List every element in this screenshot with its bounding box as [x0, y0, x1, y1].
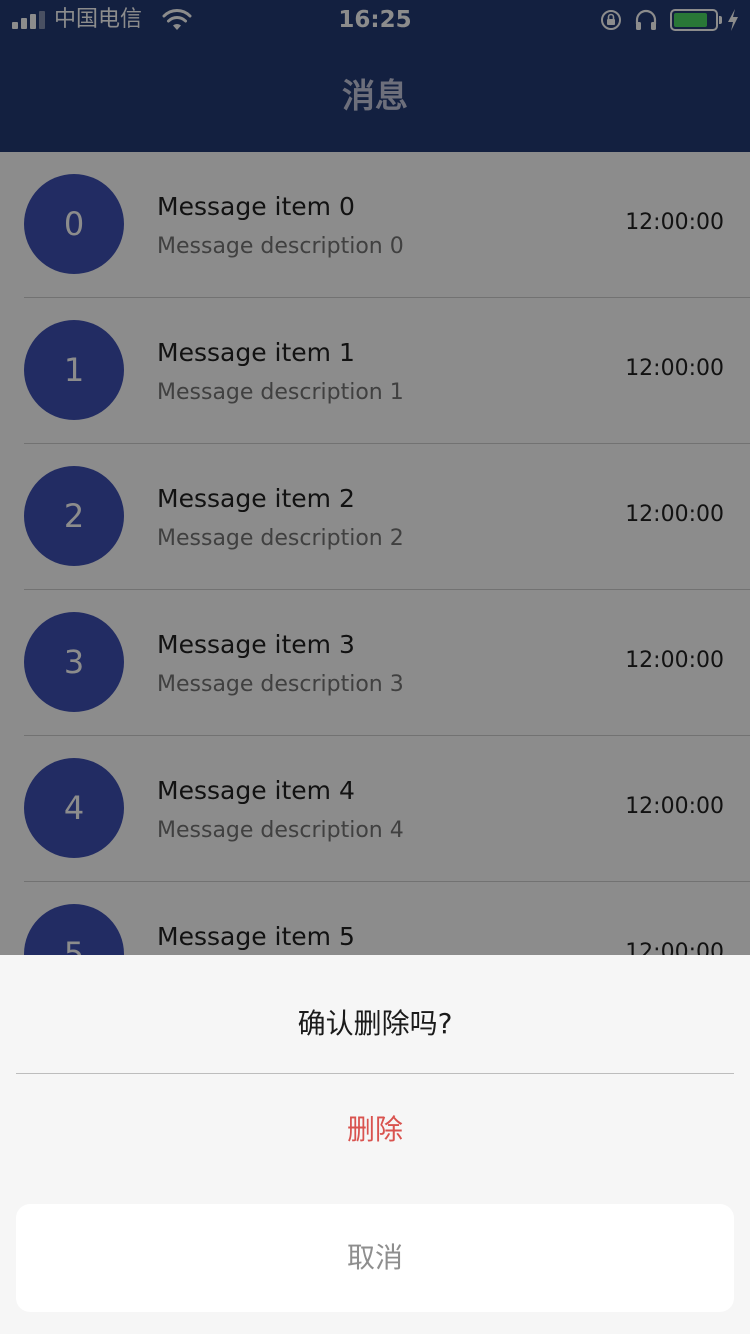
delete-button[interactable]: 删除: [16, 1074, 734, 1186]
action-sheet-title: 确认删除吗?: [297, 1007, 453, 1040]
action-sheet-group: 确认删除吗? 删除: [16, 972, 734, 1186]
cancel-button[interactable]: 取消: [16, 1204, 734, 1312]
